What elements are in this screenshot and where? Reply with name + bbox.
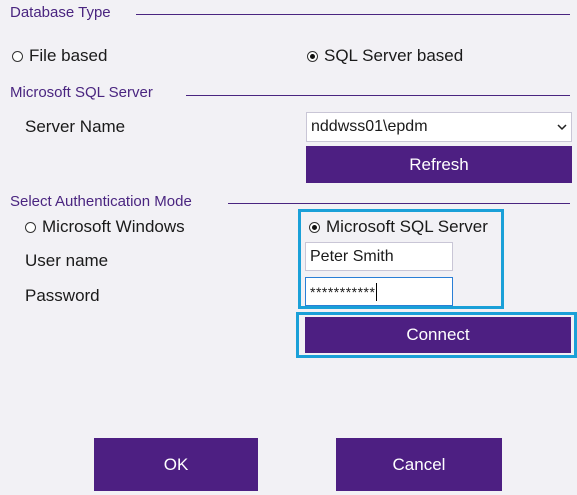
radio-unselected-icon (12, 50, 23, 62)
cancel-button[interactable]: Cancel (336, 438, 502, 491)
server-name-label: Server Name (25, 117, 126, 136)
sql-server-based-radio[interactable]: SQL Server based (307, 46, 463, 66)
radio-selected-icon (309, 221, 320, 233)
sql-auth-radio[interactable]: Microsoft SQL Server (309, 217, 488, 237)
sql-server-section-title: Microsoft SQL Server (10, 84, 153, 101)
server-name-value: nddwss01\epdm (311, 118, 428, 135)
windows-auth-radio[interactable]: Microsoft Windows (25, 217, 185, 237)
radio-unselected-icon (25, 221, 36, 233)
ok-button[interactable]: OK (94, 438, 258, 491)
password-input[interactable]: *********** (305, 277, 453, 306)
auth-section-title: Select Authentication Mode (10, 193, 192, 210)
file-based-label: File based (29, 46, 108, 65)
sql-auth-label: Microsoft SQL Server (326, 217, 488, 236)
chevron-down-icon (557, 124, 567, 131)
username-value: Peter Smith (310, 247, 394, 265)
username-input[interactable]: Peter Smith (305, 242, 453, 271)
sql-server-based-label: SQL Server based (324, 46, 464, 65)
password-label: Password (25, 286, 100, 305)
windows-auth-label: Microsoft Windows (42, 217, 185, 236)
text-cursor (376, 282, 378, 301)
server-name-select[interactable]: nddwss01\epdm (306, 112, 572, 142)
database-type-divider (136, 14, 570, 15)
sql-server-divider (186, 95, 570, 96)
auth-divider (228, 203, 570, 204)
refresh-button[interactable]: Refresh (306, 146, 572, 183)
username-label: User name (25, 251, 109, 270)
file-based-radio[interactable]: File based (12, 46, 107, 66)
connect-button[interactable]: Connect (305, 317, 571, 353)
database-type-title: Database Type (10, 4, 111, 21)
radio-selected-icon (307, 50, 318, 62)
password-value: *********** (310, 283, 376, 300)
